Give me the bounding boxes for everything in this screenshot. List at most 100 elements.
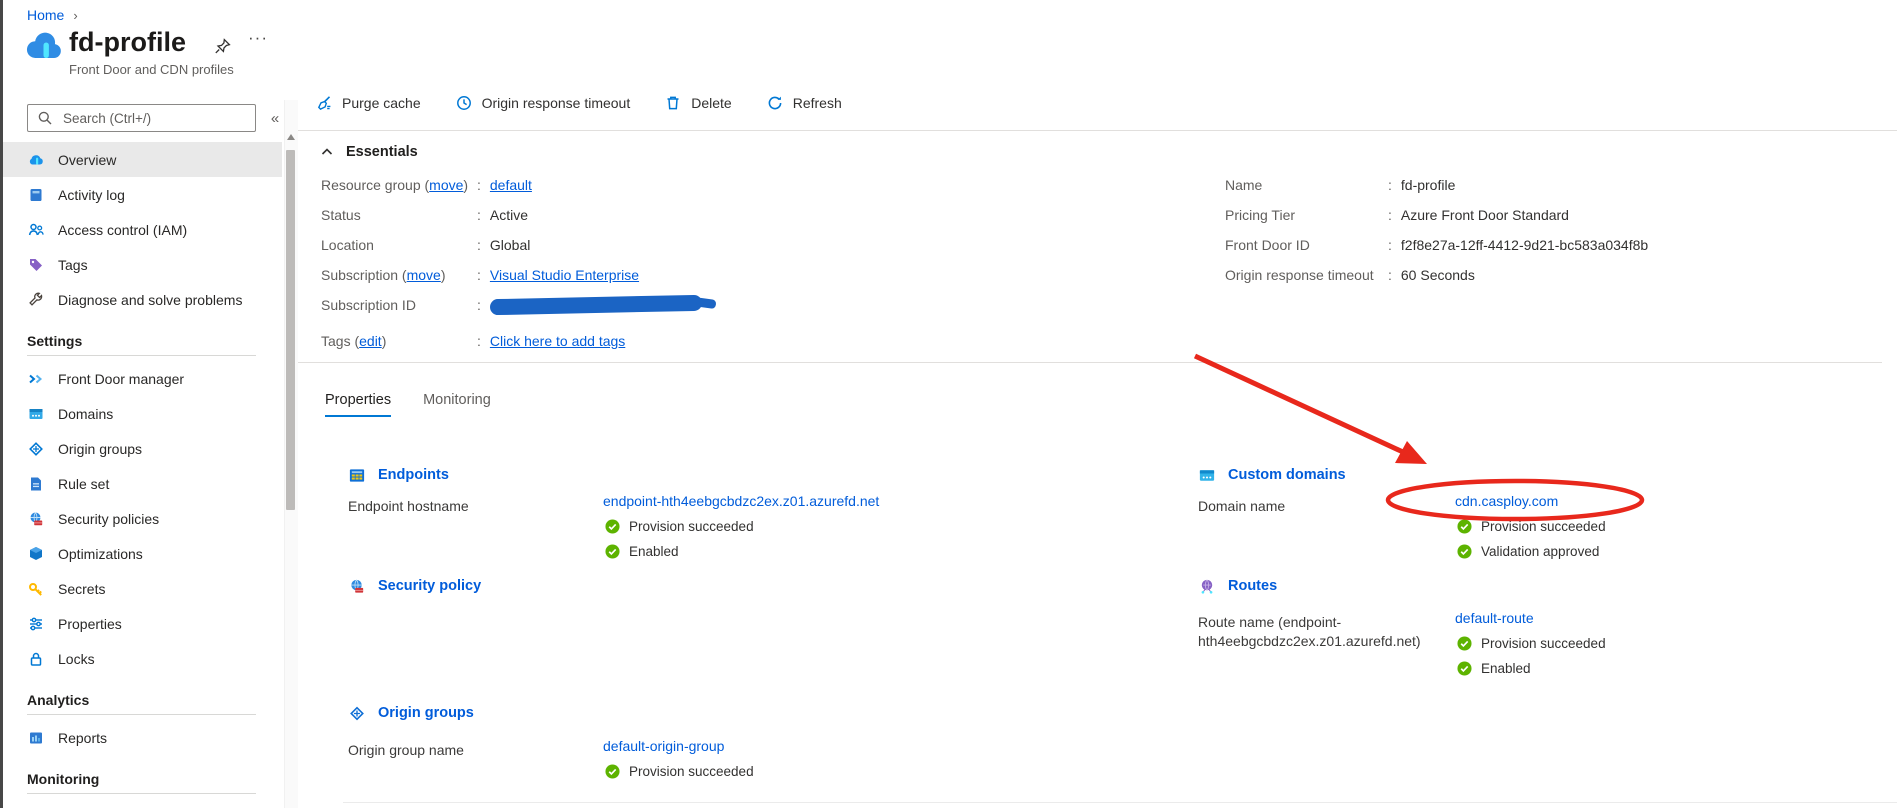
sidebar-group-settings: Settings bbox=[3, 317, 282, 355]
edit-link[interactable]: edit bbox=[359, 333, 382, 349]
resource-group-link[interactable]: default bbox=[490, 176, 532, 195]
sidebar-item-tags[interactable]: Tags bbox=[3, 247, 282, 282]
azure-portal-page: Home › fd-profile ··· Front Door and CDN… bbox=[0, 0, 1897, 808]
wrench-icon bbox=[27, 291, 45, 309]
sidebar-item-label: Tags bbox=[58, 257, 88, 273]
report-window-icon bbox=[27, 729, 45, 747]
status-value: Active bbox=[490, 206, 528, 225]
lock-icon bbox=[27, 650, 45, 668]
sidebar-item-rule-set[interactable]: Rule set bbox=[3, 466, 282, 501]
breadcrumb-home-link[interactable]: Home bbox=[27, 7, 64, 23]
activity-log-icon bbox=[27, 186, 45, 204]
toolbar-label: Refresh bbox=[793, 95, 842, 111]
scrollbar-up-arrow-icon[interactable] bbox=[287, 134, 295, 140]
sidebar-item-front-door-manager[interactable]: Front Door manager bbox=[3, 361, 282, 396]
route-values: default-route Provision succeeded Enable… bbox=[1455, 610, 1815, 684]
domain-www-icon bbox=[27, 405, 45, 423]
routes-header-link[interactable]: Routes bbox=[1198, 577, 1718, 595]
essentials-toggle[interactable]: Essentials bbox=[318, 143, 418, 161]
domain-www-icon bbox=[1198, 466, 1216, 484]
custom-domains-section: Custom domains Domain name cdn.casploy.c… bbox=[1198, 466, 1718, 484]
divider bbox=[27, 355, 256, 356]
tab-properties[interactable]: Properties bbox=[325, 392, 391, 417]
sidebar-search[interactable] bbox=[27, 104, 256, 132]
origin-group-link[interactable]: default-origin-group bbox=[603, 738, 963, 754]
clock-icon bbox=[455, 94, 473, 112]
cube-icon bbox=[27, 545, 45, 563]
purge-cache-button[interactable]: Purge cache bbox=[315, 94, 421, 112]
search-input[interactable] bbox=[61, 110, 247, 127]
essentials-row-pricing-tier: Pricing Tier Azure Front Door Standard bbox=[1225, 206, 1648, 225]
endpoint-hostname-label: Endpoint hostname bbox=[348, 497, 568, 516]
sidebar-collapse-button[interactable]: « bbox=[264, 106, 286, 130]
tab-monitoring[interactable]: Monitoring bbox=[423, 392, 491, 417]
routes-section: Routes Route name (endpoint-hth4eebgcbdz… bbox=[1198, 577, 1718, 595]
endpoints-header-link[interactable]: Endpoints bbox=[348, 466, 948, 484]
custom-domains-header-link[interactable]: Custom domains bbox=[1198, 466, 1718, 484]
domain-name-label: Domain name bbox=[1198, 497, 1418, 516]
globe-shield-icon bbox=[348, 577, 366, 595]
essentials-title: Essentials bbox=[346, 144, 418, 160]
route-name-label: Route name (endpoint-hth4eebgcbdzc2ex.z0… bbox=[1198, 613, 1433, 651]
endpoint-hostname-link[interactable]: endpoint-hth4eebgcbdzc2ex.z01.azurefd.ne… bbox=[603, 493, 963, 509]
trash-icon bbox=[664, 94, 682, 112]
sidebar-item-locks[interactable]: Locks bbox=[3, 641, 282, 676]
sidebar-group-analytics: Analytics bbox=[3, 676, 282, 714]
essentials-row-location: Location Global bbox=[321, 236, 702, 255]
refresh-button[interactable]: Refresh bbox=[766, 94, 842, 112]
name-value: fd-profile bbox=[1401, 176, 1455, 195]
sidebar-item-diagnose[interactable]: Diagnose and solve problems bbox=[3, 282, 282, 317]
search-icon bbox=[36, 109, 54, 127]
security-policy-header-link[interactable]: Security policy bbox=[348, 577, 481, 595]
sidebar-item-label: Diagnose and solve problems bbox=[58, 292, 242, 308]
status-enabled: Enabled bbox=[603, 542, 963, 560]
status-provision: Provision succeeded bbox=[603, 517, 963, 535]
origin-response-timeout-button[interactable]: Origin response timeout bbox=[455, 94, 631, 112]
broom-icon bbox=[315, 94, 333, 112]
domain-name-values: cdn.casploy.com Provision succeeded Vali… bbox=[1455, 493, 1815, 567]
essentials-row-tags: Tags (edit) Click here to add tags bbox=[321, 332, 702, 351]
delete-button[interactable]: Delete bbox=[664, 94, 731, 112]
custom-domain-link[interactable]: cdn.casploy.com bbox=[1455, 493, 1815, 509]
check-circle-icon bbox=[603, 517, 621, 535]
sidebar-item-properties[interactable]: Properties bbox=[3, 606, 282, 641]
sidebar-item-activity-log[interactable]: Activity log bbox=[3, 177, 282, 212]
refresh-icon bbox=[766, 94, 784, 112]
sidebar-item-reports[interactable]: Reports bbox=[3, 720, 282, 755]
sidebar-item-label: Optimizations bbox=[58, 546, 143, 562]
origin-groups-header-link[interactable]: Origin groups bbox=[348, 704, 948, 722]
sidebar-item-access-control[interactable]: Access control (IAM) bbox=[3, 212, 282, 247]
check-circle-icon bbox=[1455, 659, 1473, 677]
sidebar-item-domains[interactable]: Domains bbox=[3, 396, 282, 431]
check-circle-icon bbox=[1455, 634, 1473, 652]
sidebar-item-label: Reports bbox=[58, 730, 107, 746]
more-actions-button[interactable]: ··· bbox=[248, 28, 268, 48]
check-circle-icon bbox=[603, 762, 621, 780]
sliders-icon bbox=[27, 615, 45, 633]
sidebar-item-security-policies[interactable]: Security policies bbox=[3, 501, 282, 536]
page-title: fd-profile bbox=[69, 27, 186, 58]
status-provision: Provision succeeded bbox=[603, 762, 963, 780]
sidebar-scrollbar-thumb[interactable] bbox=[286, 150, 295, 510]
sidebar-item-cutoff[interactable] bbox=[3, 799, 282, 808]
status-provision: Provision succeeded bbox=[1455, 634, 1815, 652]
security-policy-section: Security policy bbox=[348, 577, 481, 595]
check-circle-icon bbox=[1455, 517, 1473, 535]
command-bar: Purge cache Origin response timeout Dele… bbox=[315, 86, 842, 120]
sidebar-item-origin-groups[interactable]: Origin groups bbox=[3, 431, 282, 466]
origin-group-name-label: Origin group name bbox=[348, 741, 568, 760]
move-link[interactable]: move bbox=[429, 177, 463, 193]
breadcrumb-chevron-icon: › bbox=[73, 8, 77, 23]
move-link[interactable]: move bbox=[407, 267, 441, 283]
route-link[interactable]: default-route bbox=[1455, 610, 1815, 626]
sidebar-item-optimizations[interactable]: Optimizations bbox=[3, 536, 282, 571]
sidebar-item-overview[interactable]: Overview bbox=[3, 142, 282, 177]
check-circle-icon bbox=[603, 542, 621, 560]
toolbar-label: Delete bbox=[691, 95, 731, 111]
sidebar-nav: Overview Activity log Access control (IA… bbox=[3, 142, 282, 808]
sidebar-item-secrets[interactable]: Secrets bbox=[3, 571, 282, 606]
add-tags-link[interactable]: Click here to add tags bbox=[490, 332, 625, 351]
subscription-link[interactable]: Visual Studio Enterprise bbox=[490, 266, 639, 285]
pin-icon[interactable] bbox=[213, 37, 232, 61]
toolbar-label: Purge cache bbox=[342, 95, 421, 111]
